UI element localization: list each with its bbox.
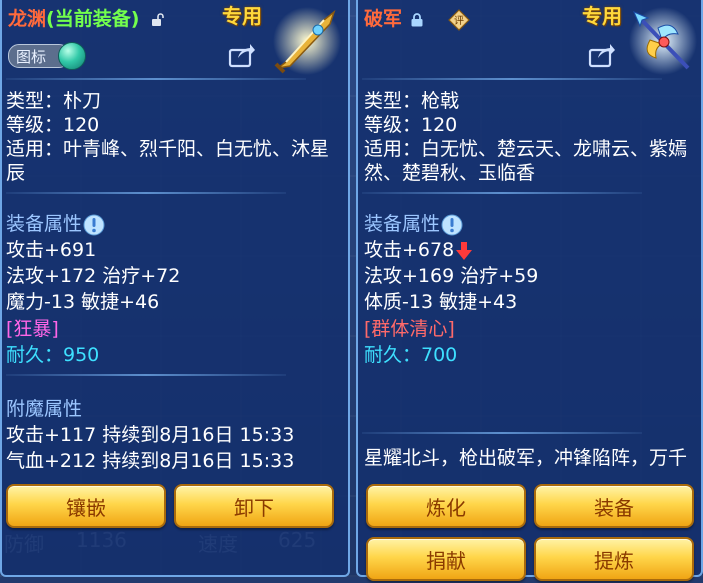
- attr-title: 装备属性: [364, 212, 463, 236]
- info-icon[interactable]: [441, 214, 463, 236]
- left-exclusive-tag: 专用: [222, 4, 262, 28]
- divider: [362, 78, 662, 80]
- stat-line: 攻击+678: [364, 238, 473, 262]
- enchant-line: 气血+212 持续到8月16日 15:33: [6, 450, 295, 472]
- current-equip-label: (当前装备): [46, 8, 140, 30]
- enchant-line: 攻击+117 持续到8月16日 15:33: [6, 424, 295, 446]
- attr-title-text: 装备属性: [364, 213, 441, 235]
- compare-equipment-panel: 破军 评 专用 类型：枪戟 等级：120 适用：白无忧、楚云天、龙啸云、紫嫣然、…: [356, 0, 703, 581]
- right-exclusive-tag: 专用: [582, 4, 622, 28]
- equip-button[interactable]: 装备: [534, 484, 694, 528]
- fit-line: 适用：白无忧、楚云天、龙啸云、紫嫣然、楚碧秋、玉临香: [364, 138, 688, 184]
- right-title: 破军 评: [364, 4, 470, 31]
- evaluate-icon[interactable]: 评: [448, 8, 470, 31]
- stat-line: 攻击+691: [6, 239, 97, 261]
- donate-button[interactable]: 捐献: [366, 537, 526, 581]
- divider: [362, 192, 642, 194]
- stat-line: 魔力-13 敏捷+46: [6, 291, 160, 313]
- spear-item-icon[interactable]: [628, 6, 698, 76]
- divider: [362, 432, 642, 434]
- attr-title: 装备属性: [6, 212, 105, 236]
- unequip-button[interactable]: 卸下: [174, 484, 334, 528]
- icon-toggle-knob: [58, 42, 86, 70]
- right-item-name: 破军: [364, 8, 403, 30]
- svg-text:评: 评: [454, 15, 464, 27]
- refine-button[interactable]: 炼化: [366, 484, 526, 528]
- inlay-button[interactable]: 镶嵌: [6, 484, 166, 528]
- stat-attack: 攻击+678: [364, 239, 455, 261]
- info-icon[interactable]: [83, 214, 105, 236]
- sword-item-icon[interactable]: [272, 6, 342, 76]
- durability: 耐久：700: [364, 344, 458, 366]
- special-skill: [狂暴]: [6, 318, 59, 340]
- lock-icon[interactable]: [410, 12, 424, 27]
- icon-toggle-label: 图标: [16, 48, 47, 66]
- type-line: 类型：枪戟: [364, 90, 460, 112]
- enchant-title: 附魔属性: [6, 398, 83, 420]
- level-line: 等级：120: [364, 114, 458, 136]
- stat-line: 法攻+169 治疗+59: [364, 265, 539, 287]
- icon-toggle[interactable]: 图标: [8, 42, 88, 70]
- stat-line: 法攻+172 治疗+72: [6, 265, 181, 287]
- divider: [6, 78, 306, 80]
- down-arrow-icon: [456, 241, 473, 260]
- attr-title-text: 装备属性: [6, 213, 83, 235]
- stat-line: 体质-13 敏捷+43: [364, 291, 518, 313]
- left-item-name: 龙渊: [8, 8, 47, 30]
- unlock-icon[interactable]: [151, 12, 165, 27]
- extract-button[interactable]: 提炼: [534, 537, 694, 581]
- item-description: 星耀北斗，枪出破军，冲锋陷阵，万千壁垒: [364, 447, 688, 472]
- divider: [6, 374, 286, 376]
- fit-line: 适用：叶青峰、烈千阳、白无忧、沐星辰: [6, 138, 330, 184]
- current-equipment-panel: 龙渊(当前装备) 专用 图标 类型：朴刀 等级：120 适用：叶青峰、烈千阳、白…: [0, 0, 350, 577]
- left-title: 龙渊(当前装备): [8, 4, 165, 31]
- level-line: 等级：120: [6, 114, 100, 136]
- share-icon[interactable]: [228, 42, 256, 68]
- share-icon[interactable]: [588, 42, 616, 68]
- type-line: 类型：朴刀: [6, 90, 102, 112]
- special-skill: [群体清心]: [364, 318, 455, 340]
- durability: 耐久：950: [6, 344, 100, 366]
- divider: [6, 192, 286, 194]
